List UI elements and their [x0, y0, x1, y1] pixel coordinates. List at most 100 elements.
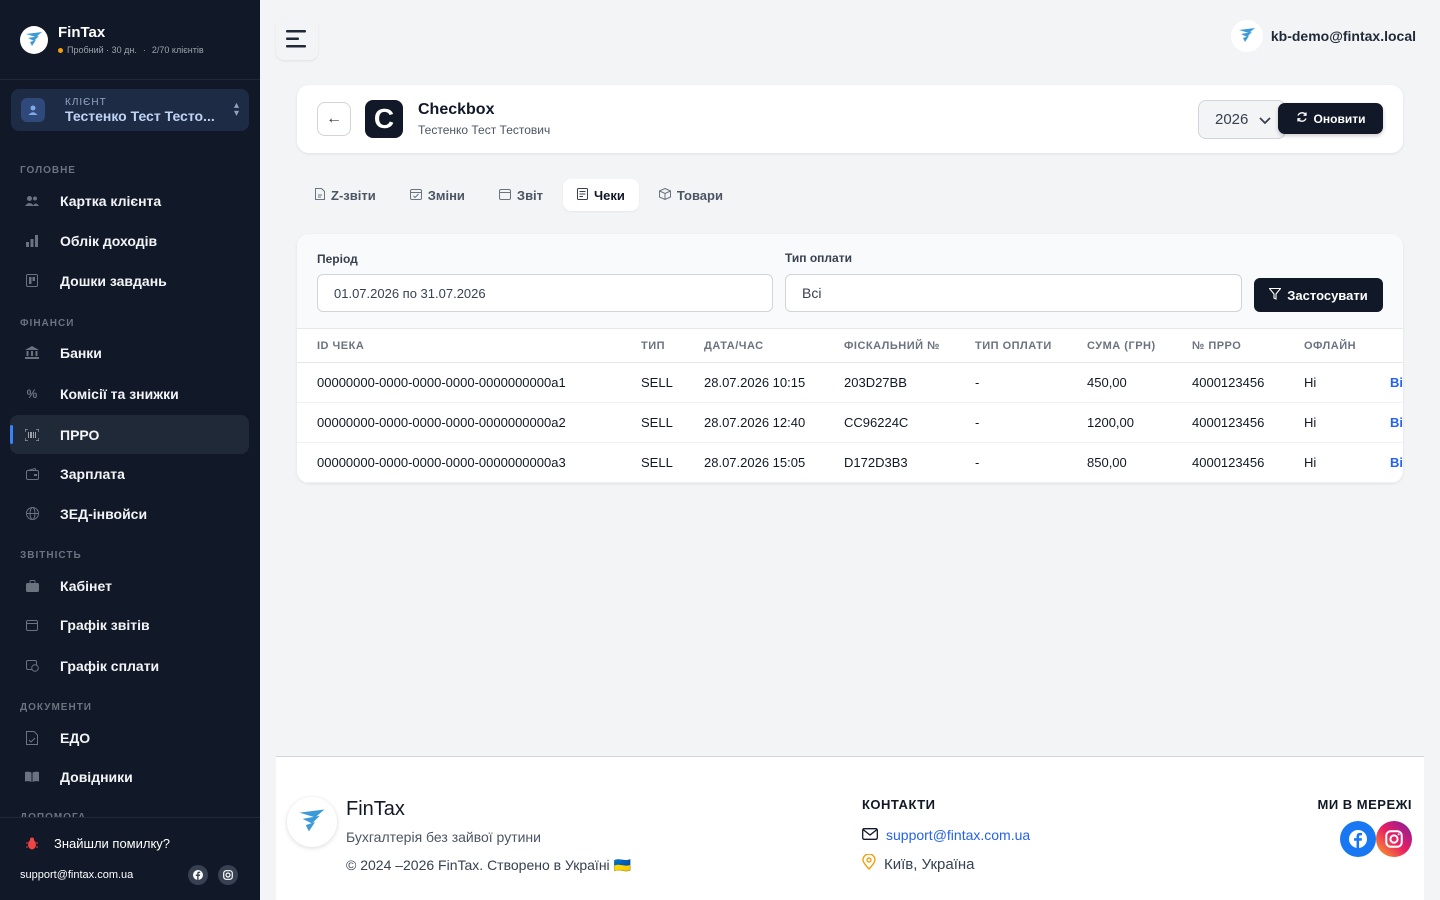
- table-row[interactable]: 00000000-0000-0000-0000-0000000000a1 SEL…: [297, 362, 1403, 403]
- column-header: ФІСКАЛЬНИЙ №: [844, 328, 975, 363]
- instagram-icon: [1385, 830, 1403, 848]
- instagram-button[interactable]: [1376, 821, 1412, 857]
- barcode-icon: [24, 427, 40, 443]
- document-sign-icon: [24, 730, 40, 746]
- sidebar-item-income[interactable]: Облік доходів: [10, 221, 249, 260]
- menu-toggle-button[interactable]: [276, 18, 318, 60]
- sidebar-item-edo[interactable]: ЕДО: [10, 718, 249, 757]
- column-header: ТИП ОПЛАТИ: [975, 328, 1087, 363]
- receipt-datetime: 28.07.2026 15:05: [704, 442, 844, 483]
- integration-header: ← C Checkbox Тестенко Тест Тестович 2026…: [297, 85, 1403, 153]
- tab-report[interactable]: Звіт: [485, 179, 557, 211]
- sidebar-item-banks[interactable]: Банки: [10, 333, 249, 372]
- doc-icon: [315, 187, 325, 203]
- calendar-check-icon: [409, 188, 422, 203]
- sidebar-item-prro[interactable]: ПРРО: [10, 415, 249, 454]
- apply-label: Застосувати: [1287, 287, 1368, 303]
- tab-shifts[interactable]: Зміни: [396, 179, 479, 211]
- footer-email-link[interactable]: support@fintax.com.ua: [862, 827, 1030, 843]
- page-footer: FinTax Бухгалтерія без зайвої рутини © 2…: [276, 756, 1424, 900]
- user-icon: [21, 98, 45, 122]
- clients-count: 2/70 клієнтів: [151, 45, 204, 55]
- year-select[interactable]: 2026: [1198, 100, 1286, 139]
- calendar-icon: [498, 188, 511, 203]
- sidebar-item-report-schedule[interactable]: Графік звітів: [10, 605, 249, 644]
- table-row[interactable]: 00000000-0000-0000-0000-0000000000a2 SEL…: [297, 402, 1403, 443]
- bug-report-link[interactable]: Знайшли помилку?: [0, 818, 260, 851]
- table-header-row: ID ЧЕКА ТИП ДАТА/ЧАС ФІСКАЛЬНИЙ № ТИП ОП…: [297, 328, 1403, 363]
- footer-copyright: © 2024 –2026 FinTax. Створено в Україні …: [346, 857, 631, 873]
- hamburger-icon: [286, 30, 306, 48]
- tab-label: Товари: [676, 187, 723, 203]
- tab-label: Чеки: [594, 187, 625, 203]
- calendar-clock-icon: [24, 658, 40, 674]
- offline-flag: Ні: [1304, 402, 1390, 443]
- facebook-button[interactable]: [1340, 821, 1376, 857]
- payment-type-select[interactable]: Всі: [785, 274, 1242, 312]
- bug-report-label: Знайшли помилку?: [54, 835, 171, 851]
- sidebar-item-label: ЗЕД-інвойси: [60, 505, 148, 522]
- apply-button[interactable]: Застосувати: [1254, 278, 1383, 312]
- sidebar-item-label: Банки: [60, 344, 102, 361]
- filters-panel: Період 01.07.2026 по 31.07.2026 Тип опла…: [297, 234, 1403, 328]
- filter-icon: [1268, 287, 1282, 303]
- receipts-table: ID ЧЕКА ТИП ДАТА/ЧАС ФІСКАЛЬНИЙ № ТИП ОП…: [297, 328, 1403, 483]
- sidebar-item-salary[interactable]: Зарплата: [10, 454, 249, 493]
- sidebar-item-label: Комісії та знижки: [60, 385, 179, 402]
- section-title-documents: ДОКУМЕНТИ: [20, 702, 92, 713]
- column-header: № ПРРО: [1192, 328, 1304, 363]
- contacts-title: КОНТАКТИ: [862, 797, 936, 812]
- footer-brand-name: FinTax: [346, 798, 405, 820]
- tab-goods[interactable]: Товари: [645, 179, 737, 211]
- box-icon: [658, 187, 671, 203]
- fintax-logo-icon: [287, 797, 337, 847]
- sidebar-item-commissions[interactable]: % Комісії та знижки: [10, 374, 249, 413]
- receipt-type: SELL: [641, 442, 704, 483]
- sidebar-item-cabinet[interactable]: Кабінет: [10, 566, 249, 605]
- percent-icon: %: [26, 386, 38, 401]
- sidebar-item-boards[interactable]: Дошки завдань: [10, 261, 249, 300]
- tab-label: Z-звіти: [331, 187, 376, 203]
- facebook-icon[interactable]: [187, 865, 208, 885]
- tab-label: Звіт: [516, 187, 544, 203]
- tab-z-reports[interactable]: Z-звіти: [301, 179, 390, 211]
- brand-name: FinTax: [58, 24, 106, 41]
- tab-label: Зміни: [427, 187, 465, 203]
- period-input[interactable]: 01.07.2026 по 31.07.2026: [317, 274, 773, 312]
- footer-tagline: Бухгалтерія без зайвої рутини: [346, 829, 541, 845]
- integration-client-name: Тестенко Тест Тестович: [418, 123, 551, 137]
- open-receipt-link[interactable]: Ві: [1390, 442, 1403, 483]
- refresh-icon: [1296, 111, 1308, 126]
- sidebar-item-payment-schedule[interactable]: Графік сплати: [10, 646, 249, 685]
- refresh-button[interactable]: Оновити: [1278, 103, 1383, 134]
- calendar-icon: [24, 617, 40, 633]
- payment-type: -: [975, 362, 1087, 403]
- receipt-icon: [577, 187, 589, 203]
- section-title-finance: ФІНАНСИ: [20, 318, 75, 329]
- section-title-main: ГОЛОВНЕ: [20, 165, 76, 176]
- sidebar-item-client-card[interactable]: Картка клієнта: [10, 181, 249, 220]
- sidebar-item-label: Картка клієнта: [60, 192, 162, 209]
- receipt-id: 00000000-0000-0000-0000-0000000000a1: [297, 362, 641, 403]
- wallet-icon: [24, 466, 40, 482]
- integration-title: Checkbox: [418, 101, 495, 118]
- sidebar-item-invoices[interactable]: ЗЕД-інвойси: [10, 494, 249, 533]
- back-button[interactable]: ←: [317, 102, 351, 136]
- user-menu[interactable]: kb-demo@fintax.local: [1230, 20, 1416, 52]
- table-row[interactable]: 00000000-0000-0000-0000-0000000000a3 SEL…: [297, 442, 1403, 483]
- globe-icon: [24, 506, 40, 522]
- year-value: 2026: [1215, 111, 1249, 128]
- tab-receipts[interactable]: Чеки: [563, 179, 639, 211]
- offline-flag: Ні: [1304, 442, 1390, 483]
- open-receipt-link[interactable]: Ві: [1390, 362, 1403, 403]
- map-pin-icon: [862, 853, 876, 874]
- support-email[interactable]: support@fintax.com.ua: [20, 869, 133, 881]
- instagram-icon[interactable]: [218, 865, 238, 885]
- client-selector[interactable]: КЛІЄНТ Тестенко Тест Тесто... ▴ ▾: [11, 89, 249, 131]
- amount: 850,00: [1087, 442, 1192, 483]
- sidebar-item-directories[interactable]: Довідники: [10, 757, 249, 796]
- open-receipt-link[interactable]: Ві: [1390, 402, 1403, 443]
- sidebar-item-label: Облік доходів: [60, 232, 158, 249]
- column-header: ТИП: [641, 328, 704, 363]
- sidebar-item-label: ЕДО: [60, 729, 91, 746]
